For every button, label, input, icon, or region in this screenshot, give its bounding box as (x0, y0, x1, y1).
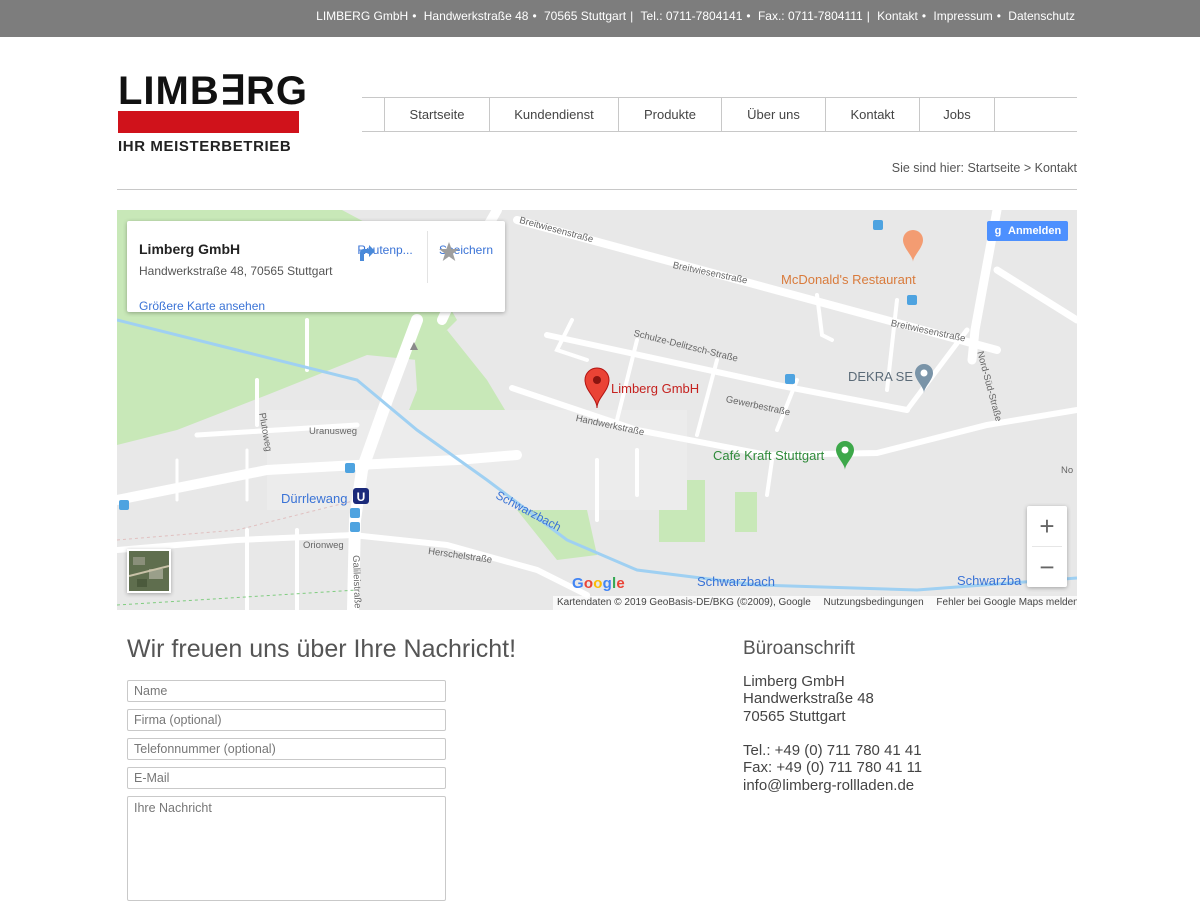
company-input[interactable] (127, 709, 446, 731)
street-label-orion: Orionweg (303, 540, 344, 551)
map-data-attribution: Kartendaten © 2019 GeoBasis-DE/BKG (©200… (557, 597, 811, 608)
poi-label-limberg[interactable]: Limberg GmbH (611, 381, 699, 396)
street-label-no: No (1061, 465, 1074, 476)
poi-label-cafe-kraft[interactable]: Café Kraft Stuttgart (713, 448, 824, 463)
breadcrumb: Sie sind hier: Startseite > Kontakt (892, 161, 1077, 175)
map-place-card: Limberg GmbH Handwerkstraße 48, 70565 St… (127, 221, 505, 313)
company-tel: Tel.: 0711-7804141 (640, 9, 743, 23)
sign-in-label: Anmelden (1008, 225, 1062, 237)
contact-info-line: LIMBERG GmbH • Handwerkstraße 48 • 70565 S… (316, 9, 1075, 23)
logo-tagline: IHR MEISTERBETRIEB (118, 138, 292, 155)
company-city: 70565 Stuttgart (544, 9, 627, 23)
main-navigation: Startseite Kundendienst Produkte Über un… (362, 97, 1077, 132)
office-email-link[interactable]: info@limberg-rollladen.de (743, 777, 914, 794)
street-label-uranus: Uranusweg (309, 426, 358, 437)
nav-item-kontakt[interactable]: Kontakt (825, 98, 919, 131)
office-phone: Tel.: +49 (0) 711 780 41 41 (743, 742, 922, 759)
company-fax: Fax.: 0711-7804111 (757, 9, 863, 23)
office-street: Handwerkstraße 48 (743, 690, 874, 707)
top-link-datenschutz[interactable]: Datenschutz (1008, 9, 1075, 23)
google-g-icon: g (994, 225, 1002, 237)
svg-text:U: U (357, 490, 366, 504)
email-input[interactable] (127, 767, 446, 789)
poi-label-dekra[interactable]: DEKRA SE (848, 369, 913, 384)
nav-item-startseite[interactable]: Startseite (384, 98, 489, 131)
poi-label-duerrlewang[interactable]: Dürrlewang (281, 491, 347, 506)
breadcrumb-home-link[interactable]: Startseite (968, 161, 1021, 175)
terms-of-use-link[interactable]: Nutzungsbedingungen (824, 597, 924, 608)
office-city: 70565 Stuttgart (743, 708, 846, 725)
office-company: Limberg GmbH (743, 673, 845, 690)
logo-red-bar (118, 111, 299, 133)
top-link-kontakt[interactable]: Kontakt (877, 9, 918, 23)
place-card-name: Limberg GmbH (139, 241, 241, 257)
water-label-schwarzbach-3: Schwarzba (957, 573, 1022, 588)
nav-item-kundendienst[interactable]: Kundendienst (489, 98, 618, 131)
company-street: Handwerkstraße 48 (423, 9, 529, 23)
message-textarea[interactable] (127, 796, 446, 901)
water-label-schwarzbach-2: Schwarzbach (697, 574, 776, 589)
place-card-address: Handwerkstraße 48, 70565 Stuttgart (139, 264, 333, 278)
office-fax: Fax: +49 (0) 711 780 41 11 (743, 759, 923, 776)
nav-item-ueber-uns[interactable]: Über uns (721, 98, 825, 131)
larger-map-link[interactable]: Größere Karte ansehen (139, 299, 265, 313)
report-error-link[interactable]: Fehler bei Google Maps melden (936, 597, 1077, 608)
logo-wordmark: LIMB∃RG (118, 69, 309, 113)
map-attribution-bar: Kartendaten © 2019 GeoBasis-DE/BKG (©200… (553, 596, 1077, 610)
phone-input[interactable] (127, 738, 446, 760)
google-logo: Google (572, 575, 625, 592)
poi-label-mcdonalds[interactable]: McDonald's Restaurant (781, 272, 916, 287)
top-info-bar: LIMBERG GmbH • Handwerkstraße 48 • 70565 S… (0, 0, 1200, 37)
satellite-thumbnail-icon (129, 551, 169, 591)
satellite-view-toggle[interactable] (127, 549, 171, 593)
route-planner-button[interactable]: Routenp... (355, 241, 415, 261)
breadcrumb-prefix: Sie sind hier: (891, 161, 965, 175)
name-input[interactable] (127, 680, 446, 702)
office-address-title: Büroanschrift (743, 638, 855, 659)
nav-item-jobs[interactable]: Jobs (919, 98, 995, 131)
zoom-out-button[interactable]: − (1027, 547, 1067, 587)
zoom-in-button[interactable]: + (1027, 506, 1067, 546)
header-divider (117, 189, 1077, 190)
google-map[interactable]: U Breitwiesenstraße Breitwiesenstraße Br… (117, 210, 1077, 610)
top-link-impressum[interactable]: Impressum (933, 9, 992, 23)
map-zoom-control: + − (1027, 506, 1067, 587)
contact-form-title: Wir freuen uns über Ihre Nachricht! (127, 635, 517, 663)
save-place-button[interactable]: Speichern (438, 241, 494, 261)
breadcrumb-separator: > (1023, 161, 1032, 175)
breadcrumb-current: Kontakt (1034, 161, 1077, 175)
nav-item-produkte[interactable]: Produkte (618, 98, 721, 131)
limberg-logo[interactable]: LIMB∃RG IHR MEISTERBETRIEB (118, 71, 307, 158)
google-sign-in-button[interactable]: g Anmelden (987, 221, 1068, 241)
street-label-galilei: Galileistraße (350, 555, 363, 609)
company-name: LIMBERG GmbH (316, 9, 409, 23)
